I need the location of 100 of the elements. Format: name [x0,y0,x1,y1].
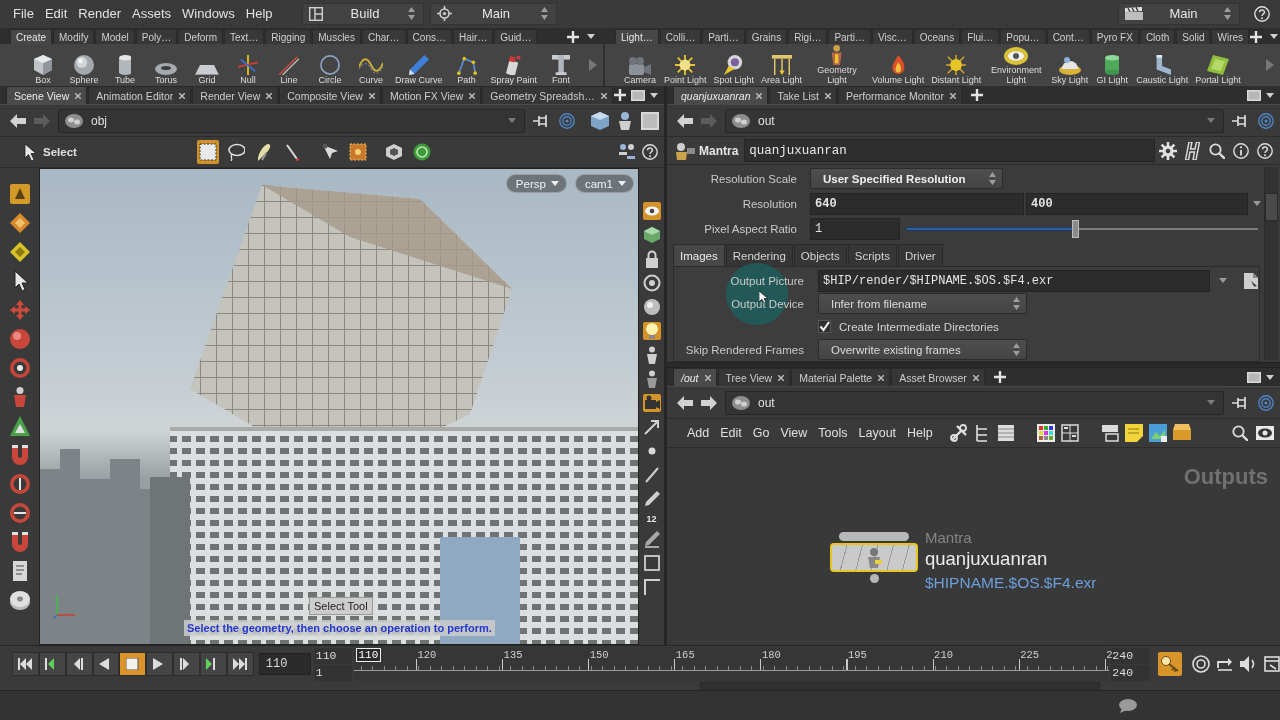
plus-icon[interactable] [1250,30,1263,43]
info-icon[interactable] [1233,142,1249,159]
tile-icon[interactable] [348,143,367,161]
pane-tab[interactable]: Tree View [717,368,791,386]
plus-icon[interactable] [970,89,983,101]
playback-button[interactable] [119,652,147,676]
caret-icon[interactable] [550,181,559,186]
current-frame-marker[interactable]: 110 [355,648,382,662]
square-icon[interactable] [642,554,661,572]
figure-icon[interactable] [617,111,633,130]
shelf-tab[interactable]: Light… [615,29,659,44]
file-path-field[interactable]: $HIP/render/$HIPNAME.$OS.$F4.exr [818,269,1210,292]
folder-tab[interactable]: Rendering [725,244,793,266]
number-field[interactable]: 1 [810,217,900,240]
select-tool-button[interactable]: Select [20,140,81,164]
network-box-icon[interactable] [1100,424,1119,442]
folder-tab[interactable]: Images [673,244,725,266]
menu-item[interactable]: View [776,421,812,445]
line-icon[interactable] [642,466,661,484]
h-icon[interactable] [1185,141,1201,160]
menu-item[interactable]: Layout [854,421,901,445]
help-icon[interactable] [1257,142,1273,159]
dropdown-menu[interactable]: Build [301,2,424,25]
palette-grid-icon[interactable] [1036,424,1055,442]
corner-icon[interactable] [642,578,661,596]
menu-item[interactable]: File [9,2,38,25]
playback-button[interactable] [173,652,200,676]
pane-layout-icon[interactable] [1247,89,1261,101]
close-icon[interactable] [778,374,785,381]
shelf-tab[interactable]: Rigging [265,29,312,44]
playback-button[interactable] [65,652,93,676]
image-icon[interactable] [1148,424,1167,442]
caret-icon[interactable] [1266,92,1274,98]
help-icon[interactable] [642,144,658,160]
bulb-icon[interactable] [642,322,661,340]
back-arrow-icon[interactable] [10,113,26,128]
shelf-tool[interactable]: Point Light [662,44,709,86]
shelf-tool[interactable]: Sky Light [1049,44,1091,86]
scrollbar[interactable] [1264,167,1278,360]
shelf-tab[interactable]: Solid [1176,29,1211,44]
pane-layout-icon[interactable] [631,89,645,101]
shelf-tool[interactable]: Null [229,44,267,86]
shelf-tool[interactable]: Path [447,44,486,86]
caret-icon[interactable] [1253,201,1261,206]
shelf-tool[interactable]: Distant Light [929,44,984,86]
playback-button[interactable] [92,652,120,676]
folder-tab[interactable]: Objects [793,244,847,266]
dropdown-menu[interactable]: Main [1118,2,1240,25]
shelf-tab[interactable]: Parti… [702,29,745,44]
eye-icon[interactable] [642,202,661,220]
shelf-tab[interactable]: Oceans [913,29,961,44]
pen-icon[interactable] [642,490,661,508]
shelf-tab[interactable]: Cont… [1046,29,1090,44]
eye-icon[interactable] [1256,426,1274,440]
shelf-tool[interactable]: Box [24,44,62,86]
slider-handle[interactable] [1071,219,1079,238]
node-flag-bar[interactable] [839,532,909,541]
playback-button[interactable] [226,652,254,676]
square-icon[interactable] [641,111,659,130]
close-icon[interactable] [972,374,979,381]
plus-icon[interactable] [993,371,1006,383]
menu-item[interactable]: Add [683,421,714,445]
ring-icon[interactable] [9,503,30,523]
camera-icon[interactable] [642,394,661,412]
shelf-tool[interactable]: Line [270,44,308,86]
view-menu-button[interactable]: Persp [505,174,567,193]
pane-tab[interactable]: Geometry Spreadsh… [482,86,613,104]
shelf-tab[interactable]: Wires [1211,29,1250,44]
shelf-tab[interactable]: Hair… [452,29,494,44]
dropdown-menu[interactable]: User Specified Resolution [810,168,1003,189]
checkbox[interactable] [818,320,831,333]
pane-tab[interactable]: Take List [769,86,837,104]
folder-tab[interactable]: Driver [897,244,943,266]
playback-button[interactable] [146,652,174,676]
shelf-tab[interactable]: Cons… [406,29,452,44]
window-icon[interactable] [1264,656,1280,672]
menu-item[interactable]: Go [748,421,774,445]
loop-icon[interactable] [1216,656,1234,672]
diamond-icon[interactable] [9,242,30,262]
forward-arrow-icon[interactable] [701,395,717,410]
menu-item[interactable]: Help [241,2,277,25]
playback-button[interactable] [38,652,66,676]
close-icon[interactable] [469,92,476,99]
wrench-icon[interactable] [949,424,968,442]
shelf-tab[interactable]: Flui… [961,29,1000,44]
dropdown-menu[interactable]: Infer from filename [818,293,1027,314]
pane-tab[interactable]: Motion FX View [381,86,482,104]
shelf-tool[interactable]: Curve [352,44,390,86]
shelf-tool[interactable]: GI Light [1093,44,1132,86]
shelf-tool[interactable]: Grid [188,44,226,86]
menu-item[interactable]: Assets [128,2,175,25]
arrow-icon[interactable] [642,418,661,436]
pane-layout-icon[interactable] [1247,371,1261,383]
menu-item[interactable]: Help [903,421,937,445]
diamond-icon[interactable] [9,213,30,233]
shelf-tool[interactable]: Environment Light [986,44,1047,86]
menu-item[interactable]: Edit [40,2,72,25]
spinner-arrows-icon[interactable] [1013,297,1020,310]
shelf-tab[interactable]: Rigi… [788,29,828,44]
shelf-tab[interactable]: Deform [178,29,223,44]
